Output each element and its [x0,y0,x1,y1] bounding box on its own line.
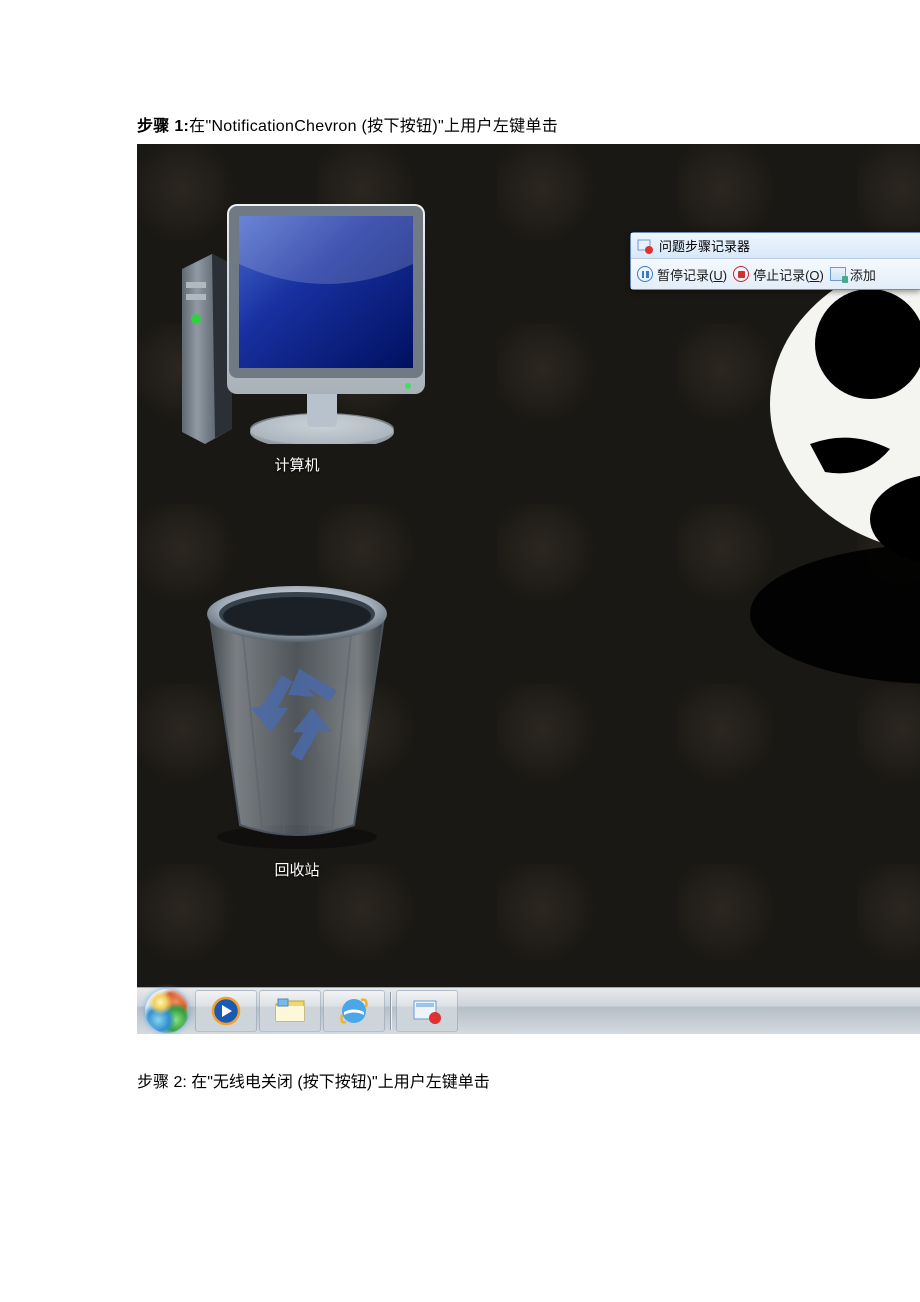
desktop-icon-recycle[interactable]: 回收站 [157,559,437,880]
computer-label: 计算机 [157,454,437,475]
step1-text: 步骤 1:在"NotificationChevron (按下按钮)"上用户左键单… [137,112,920,136]
wmplayer-icon [211,996,241,1026]
add-comment-icon [830,267,846,281]
psr-title-text: 问题步骤记录器 [659,236,750,255]
psr-titlebar[interactable]: 问题步骤记录器 [631,233,920,259]
ie-icon [338,995,370,1027]
taskbar[interactable] [137,987,920,1034]
psr-app-icon [637,238,653,254]
psr-stop-button[interactable]: 停止记录(O) [733,265,824,284]
psr-taskbar-icon [412,998,442,1024]
psr-add-button[interactable]: 添加 [830,265,876,284]
start-button[interactable] [145,989,189,1033]
psr-pause-button[interactable]: 暂停记录(U) [637,265,727,284]
recycle-label: 回收站 [157,859,437,880]
screenshot-step1: 计算机 [137,144,920,1034]
taskbar-psr[interactable] [396,990,458,1032]
taskbar-divider [390,992,391,1030]
taskbar-explorer[interactable] [259,990,321,1032]
psr-toolbar: 暂停记录(U) 停止记录(O) 添加 [631,259,920,289]
explorer-icon [273,996,307,1026]
computer-icon [157,174,437,444]
desktop-icon-computer[interactable]: 计算机 [157,174,437,475]
panda-illustration [670,284,920,704]
taskbar-ie[interactable] [323,990,385,1032]
step2-text: 步骤 2: 在"无线电关闭 (按下按钮)"上用户左键单击 [137,1068,920,1092]
stop-icon [733,266,749,282]
taskbar-wmplayer[interactable] [195,990,257,1032]
pause-icon [637,266,653,282]
psr-window[interactable]: 问题步骤记录器 暂停记录(U) 停止记录(O) 添加 [630,232,920,290]
recycle-bin-icon [172,559,422,849]
